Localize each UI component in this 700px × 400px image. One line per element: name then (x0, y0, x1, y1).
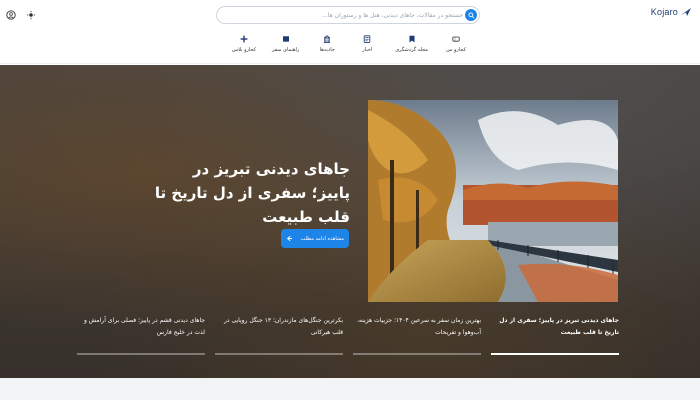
read-more-label: مشاهده ادامه مطلب (300, 235, 344, 242)
nav-label: جاذبه‌ها (319, 47, 335, 53)
hero-card[interactable]: بهترین زمان سفر به سرعین ۱۴۰۴؛ جزییات هز… (353, 315, 481, 355)
hero-card-title: جاهای دیدنی تبریز در پاییز؛ سفری از دل ت… (499, 317, 619, 336)
hero-card[interactable]: جاهای دیدنی تبریز در پاییز؛ سفری از دل ت… (491, 315, 619, 355)
hero-featured-image[interactable] (368, 100, 618, 302)
ticket-icon (451, 34, 461, 44)
hero-card-progress (77, 353, 205, 355)
site-header: Kojaro کجارو من مجله گردشگری اخبار جاذبه… (0, 0, 700, 64)
utility-icons (4, 8, 38, 22)
guide-icon (281, 34, 291, 44)
hero-card-progress (215, 353, 343, 355)
hero-section: جاهای دیدنی تبریز در پاییز؛ سفری از دل ت… (0, 65, 700, 378)
hero-title[interactable]: جاهای دیدنی تبریز در پاییز؛ سفری از دل ت… (150, 157, 350, 229)
logo-text: Kojaro (650, 7, 678, 17)
hero-card[interactable]: بکرترین جنگل‌های مازندران؛ ۱۳ جنگل رویای… (215, 315, 343, 355)
nav-item-attractions[interactable]: جاذبه‌ها (315, 34, 339, 56)
news-icon (362, 34, 372, 44)
nav-item-kojaro-plus[interactable]: کجارو پلاس (232, 34, 256, 56)
read-more-button[interactable]: مشاهده ادامه مطلب (281, 229, 349, 248)
hero-card-progress (491, 353, 619, 355)
hero-card-title: بهترین زمان سفر به سرعین ۱۴۰۴؛ جزییات هز… (357, 317, 481, 336)
arrow-left-icon (286, 235, 292, 242)
nav-label: کجارو من (445, 47, 466, 53)
logo-bird-icon (681, 8, 691, 16)
search-bar (216, 6, 480, 24)
hero-card-title: بکرترین جنگل‌های مازندران؛ ۱۳ جنگل رویای… (223, 317, 343, 336)
search-button[interactable] (465, 9, 477, 21)
nav-label: مجله گردشگری (395, 47, 429, 53)
main-nav: کجارو من مجله گردشگری اخبار جاذبه‌ها راه… (232, 34, 468, 56)
nav-item-travel-guide[interactable]: راهنمای سفر (272, 34, 299, 56)
nav-item-news[interactable]: اخبار (355, 34, 379, 56)
hero-card-progress (353, 353, 481, 355)
hero-card[interactable]: جاهای دیدنی قشم در پاییز؛ فصلی برای آرام… (77, 315, 205, 355)
bookmark-icon (407, 34, 417, 44)
plus-icon (239, 34, 249, 44)
nav-label: راهنمای سفر (271, 47, 300, 53)
settings-sun-icon[interactable] (24, 8, 38, 22)
user-circle-icon[interactable] (4, 8, 18, 22)
nav-item-my-kojaro[interactable]: کجارو من (444, 34, 468, 56)
nav-label: کجارو پلاس (232, 47, 257, 53)
content-strip (0, 378, 700, 400)
nav-label: اخبار (362, 47, 373, 53)
tower-icon (322, 34, 332, 44)
hero-card-list: جاهای دیدنی تبریز در پاییز؛ سفری از دل ت… (77, 315, 619, 355)
hero-card-title: جاهای دیدنی قشم در پاییز؛ فصلی برای آرام… (83, 317, 205, 336)
site-logo[interactable]: Kojaro (651, 7, 692, 17)
nav-item-magazine[interactable]: مجله گردشگری (395, 34, 428, 56)
search-input[interactable] (227, 9, 463, 22)
search-icon (468, 12, 474, 18)
top-bar: Kojaro (0, 6, 700, 26)
